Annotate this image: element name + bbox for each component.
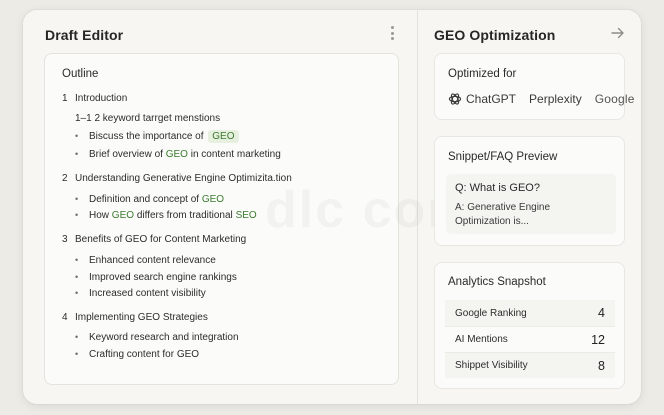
panel-divider bbox=[417, 10, 418, 404]
app-window: Draft Editor Outline 1 Introduction 1–1 2… bbox=[23, 10, 641, 404]
editor-title: Draft Editor bbox=[45, 27, 124, 43]
list-item[interactable]: • Crafting content for GEO bbox=[75, 349, 199, 360]
metric-value: 12 bbox=[591, 332, 605, 347]
outline-label: Outline bbox=[62, 68, 99, 80]
list-item[interactable]: • Improved search engine rankings bbox=[75, 272, 237, 283]
snippet-preview: Q: What is GEO? A: Generative Engine Opt… bbox=[446, 174, 616, 234]
list-item[interactable]: • Keyword research and integration bbox=[75, 332, 239, 343]
metric-label: Google Ranking bbox=[455, 307, 527, 319]
geo-keyword: GEO bbox=[165, 149, 188, 160]
metric-value: 4 bbox=[598, 306, 605, 320]
metric-value: 8 bbox=[598, 358, 605, 373]
geo-panel-title: GEO Optimization bbox=[434, 27, 556, 43]
outline-section-3[interactable]: 3 Benefits of GEO for Content Marketing bbox=[62, 234, 246, 245]
engine-chatgpt[interactable]: ChatGPT bbox=[448, 92, 516, 106]
metric-label: Shippet Visibility bbox=[455, 360, 528, 371]
analytics-title: Analytics Snapshot bbox=[448, 276, 546, 288]
list-item[interactable]: • How GEO differs from traditional SEO bbox=[75, 210, 257, 221]
list-item[interactable]: • Biscuss the importance of GEO bbox=[75, 130, 239, 143]
engine-google[interactable]: Google bbox=[595, 92, 635, 106]
analytics-card: Analytics Snapshot Google Ranking 4 AI M… bbox=[434, 262, 625, 389]
section-title: Understanding Generative Engine Optimizi… bbox=[75, 173, 292, 184]
geo-keyword: GEO bbox=[111, 210, 135, 221]
snippet-answer: A: Generative Engine Optimization is... bbox=[455, 202, 551, 227]
list-item[interactable]: • Brief overview of GEO in content market… bbox=[75, 149, 281, 160]
openai-logo-icon bbox=[448, 93, 462, 105]
metric-row: Shippet Visibility 8 bbox=[445, 352, 615, 378]
kebab-menu-icon[interactable] bbox=[385, 25, 399, 41]
engine-list: ChatGPT Perplexity Google bbox=[448, 92, 635, 106]
snippet-card: Snippet/FAQ Preview Q: What is GEO? A: G… bbox=[434, 136, 625, 246]
outline-card: Outline 1 Introduction 1–1 2 keyword tarr… bbox=[44, 53, 399, 385]
snippet-question: Q: What is GEO? bbox=[455, 182, 540, 194]
snippet-title: Snippet/FAQ Preview bbox=[448, 151, 558, 163]
outline-section-4[interactable]: 4 Implementing GEO Strategies bbox=[62, 312, 208, 323]
list-item[interactable]: • Definition and concept of GEO bbox=[75, 194, 224, 205]
list-item[interactable]: • Increased content visibility bbox=[75, 288, 206, 299]
outline-section-2[interactable]: 2 Understanding Generative Engine Optimiz… bbox=[62, 173, 292, 184]
outline-section-1[interactable]: 1 Introduction bbox=[62, 93, 127, 104]
geo-keyword-chip: GEO bbox=[208, 130, 239, 143]
metric-row: AI Mentions 12 bbox=[445, 326, 615, 352]
engine-perplexity[interactable]: Perplexity bbox=[529, 92, 582, 106]
section-title: Benefits of GEO for Content Marketing bbox=[75, 234, 247, 245]
seo-keyword: SEO bbox=[235, 210, 257, 221]
intro-note: 1–1 2 keyword tarrget menstions bbox=[75, 113, 221, 124]
list-item[interactable]: • Enhanced content relevance bbox=[75, 255, 216, 266]
geo-keyword: GEO bbox=[201, 194, 225, 205]
metric-row: Google Ranking 4 bbox=[445, 300, 615, 326]
section-title: Introduction bbox=[75, 93, 128, 104]
arrow-right-icon[interactable] bbox=[609, 24, 627, 42]
metric-label: AI Mentions bbox=[455, 334, 508, 345]
optimized-for-label: Optimized for bbox=[448, 68, 517, 80]
section-title: Implementing GEO Strategies bbox=[75, 312, 208, 323]
optimized-for-card: Optimized for ChatGPT Perplexity Google bbox=[434, 53, 634, 120]
